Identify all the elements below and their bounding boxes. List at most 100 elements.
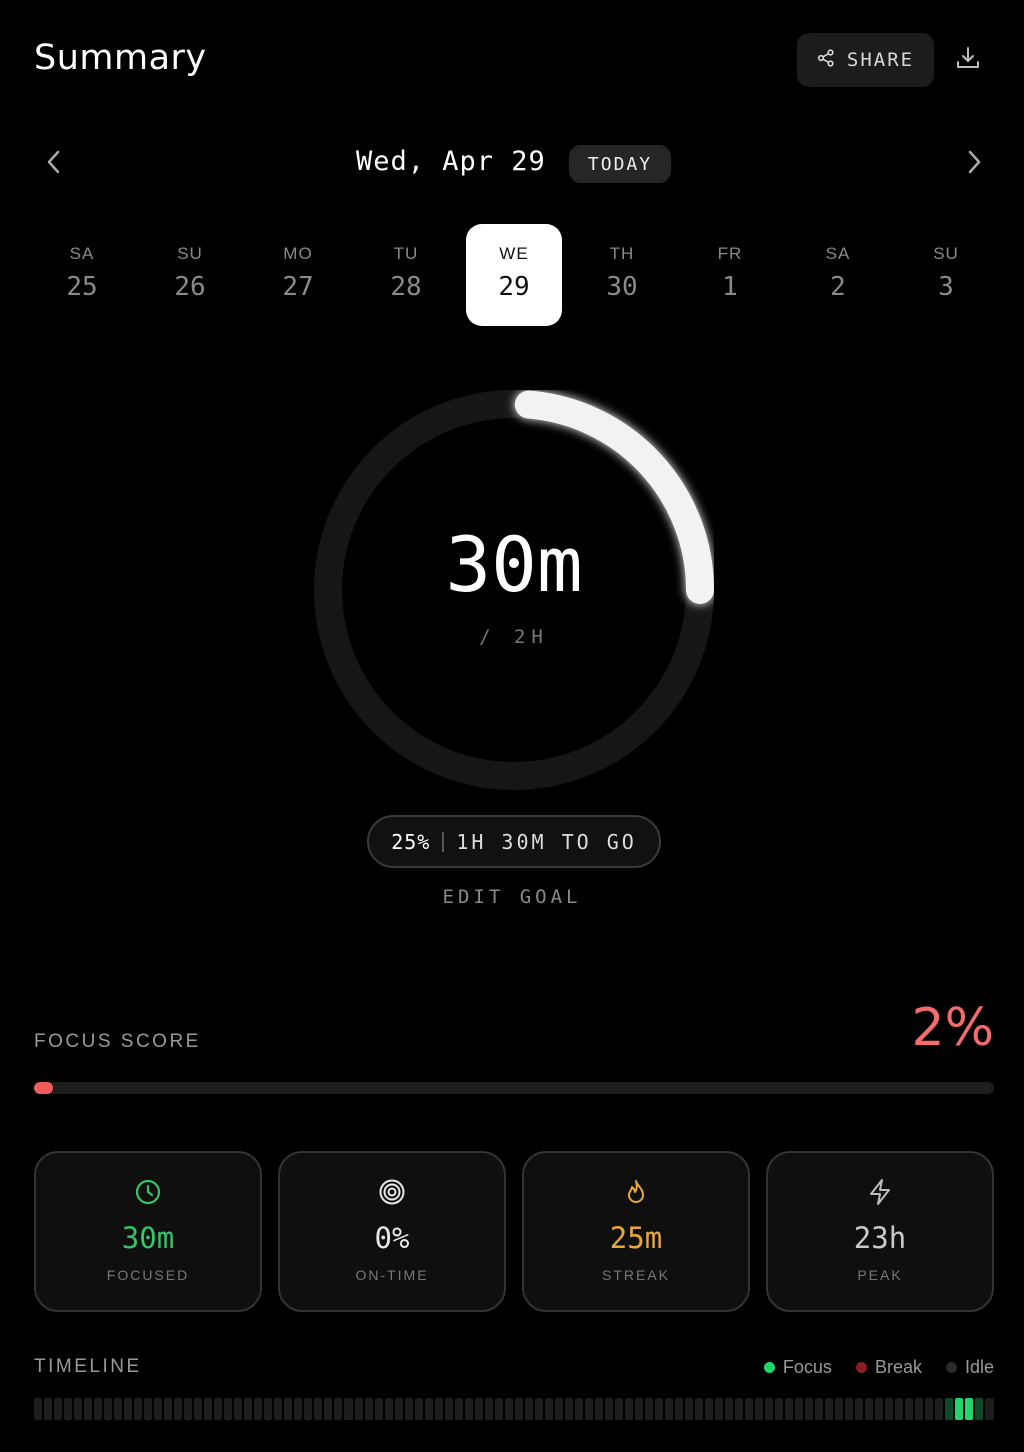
day-we-29[interactable]: WE 29 bbox=[466, 224, 562, 326]
legend-idle: Idle bbox=[945, 1357, 994, 1378]
goal-target: / 2H bbox=[479, 626, 549, 648]
day-of-week: WE bbox=[499, 244, 529, 263]
timeline-segment bbox=[534, 1398, 543, 1420]
goal-percent: 25% bbox=[391, 829, 431, 854]
stat-caption: FOCUSED bbox=[106, 1267, 190, 1283]
timeline-segment bbox=[34, 1398, 43, 1420]
stat-card-peak: 23h PEAK bbox=[766, 1151, 994, 1312]
timeline-segment bbox=[274, 1398, 283, 1420]
timeline-segment bbox=[594, 1398, 603, 1420]
timeline-segment bbox=[54, 1398, 63, 1420]
timeline-segment bbox=[654, 1398, 663, 1420]
stat-value: 23h bbox=[853, 1221, 907, 1255]
download-icon bbox=[955, 45, 981, 76]
timeline-segment bbox=[855, 1398, 864, 1420]
stat-card-streak: 25m STREAK bbox=[522, 1151, 750, 1312]
timeline-segment bbox=[504, 1398, 513, 1420]
timeline-segment bbox=[164, 1398, 173, 1420]
timeline-segment bbox=[975, 1398, 984, 1420]
selected-date: Wed, Apr 29 bbox=[356, 146, 546, 177]
timeline-segment bbox=[735, 1398, 744, 1420]
timeline-segment bbox=[664, 1398, 673, 1420]
day-su-3[interactable]: SU 3 bbox=[898, 224, 994, 326]
prev-day-button[interactable] bbox=[38, 148, 70, 180]
timeline-segment bbox=[374, 1398, 383, 1420]
timeline-segment bbox=[875, 1398, 884, 1420]
day-sa-2[interactable]: SA 2 bbox=[790, 224, 886, 326]
timeline-segment bbox=[74, 1398, 83, 1420]
timeline-segment bbox=[144, 1398, 153, 1420]
timeline-segment bbox=[845, 1398, 854, 1420]
download-button[interactable] bbox=[950, 40, 986, 80]
timeline-segment bbox=[364, 1398, 373, 1420]
timeline-segment bbox=[304, 1398, 313, 1420]
timeline-segment bbox=[474, 1398, 483, 1420]
timeline-segment bbox=[134, 1398, 143, 1420]
timeline-segment bbox=[644, 1398, 653, 1420]
bolt-icon bbox=[867, 1177, 893, 1207]
timeline-segment bbox=[44, 1398, 53, 1420]
timeline-segment bbox=[424, 1398, 433, 1420]
day-fr-1[interactable]: FR 1 bbox=[682, 224, 778, 326]
timeline-label: TIMELINE bbox=[34, 1356, 142, 1377]
timeline-segment bbox=[544, 1398, 553, 1420]
stat-caption: ON-TIME bbox=[355, 1267, 429, 1283]
timeline-segment bbox=[965, 1398, 974, 1420]
timeline-segment bbox=[815, 1398, 824, 1420]
focus-score-value: 2% bbox=[911, 998, 995, 1058]
timeline-segment bbox=[484, 1398, 493, 1420]
timeline-segment bbox=[955, 1398, 964, 1420]
day-of-week: SU bbox=[933, 244, 959, 263]
timeline-segment bbox=[795, 1398, 804, 1420]
timeline-segment bbox=[865, 1398, 874, 1420]
day-of-week: SA bbox=[825, 244, 851, 263]
timeline-segment bbox=[634, 1398, 643, 1420]
timeline-segment bbox=[715, 1398, 724, 1420]
stat-caption: STREAK bbox=[601, 1267, 670, 1283]
idle-dot-icon bbox=[945, 1362, 957, 1373]
timeline-segment bbox=[745, 1398, 754, 1420]
timeline-segment bbox=[414, 1398, 423, 1420]
break-dot-icon bbox=[855, 1362, 867, 1373]
focus-score-fill bbox=[34, 1082, 54, 1094]
day-of-week: SU bbox=[177, 244, 203, 263]
timeline-segment bbox=[564, 1398, 573, 1420]
day-number: 3 bbox=[938, 272, 954, 302]
day-sa-25[interactable]: SA 25 bbox=[34, 224, 130, 326]
day-tu-28[interactable]: TU 28 bbox=[358, 224, 454, 326]
stat-value: 30m bbox=[121, 1221, 175, 1255]
timeline-segment bbox=[354, 1398, 363, 1420]
chevron-left-icon bbox=[46, 149, 62, 180]
timeline-segment bbox=[234, 1398, 243, 1420]
day-number: 2 bbox=[830, 272, 846, 302]
timeline-segment bbox=[524, 1398, 533, 1420]
timeline-segment bbox=[104, 1398, 113, 1420]
page-title: Summary bbox=[34, 38, 207, 78]
timeline-segment bbox=[725, 1398, 734, 1420]
day-number: 29 bbox=[498, 272, 530, 302]
timeline-segment bbox=[775, 1398, 784, 1420]
timeline-segment bbox=[785, 1398, 794, 1420]
timeline-segment bbox=[254, 1398, 263, 1420]
timeline-segment bbox=[294, 1398, 303, 1420]
timeline-segment bbox=[805, 1398, 814, 1420]
timeline-segment bbox=[584, 1398, 593, 1420]
goal-current-value: 30m bbox=[445, 520, 583, 609]
goal-remaining: 1H 30M TO GO bbox=[456, 829, 637, 854]
share-button[interactable]: SHARE bbox=[797, 33, 934, 87]
edit-goal-button[interactable]: EDIT GOAL bbox=[412, 886, 612, 908]
timeline-segment bbox=[915, 1398, 924, 1420]
day-mo-27[interactable]: MO 27 bbox=[250, 224, 346, 326]
today-button[interactable]: TODAY bbox=[569, 145, 671, 183]
day-th-30[interactable]: TH 30 bbox=[574, 224, 670, 326]
day-su-26[interactable]: SU 26 bbox=[142, 224, 238, 326]
stat-value: 25m bbox=[609, 1221, 663, 1255]
timeline-segment bbox=[554, 1398, 563, 1420]
day-of-week: FR bbox=[717, 244, 743, 263]
timeline-segment bbox=[935, 1398, 944, 1420]
next-day-button[interactable] bbox=[958, 148, 990, 180]
timeline-segment bbox=[444, 1398, 453, 1420]
day-of-week: TU bbox=[393, 244, 419, 263]
timeline-segment bbox=[264, 1398, 273, 1420]
share-label: SHARE bbox=[846, 49, 915, 71]
